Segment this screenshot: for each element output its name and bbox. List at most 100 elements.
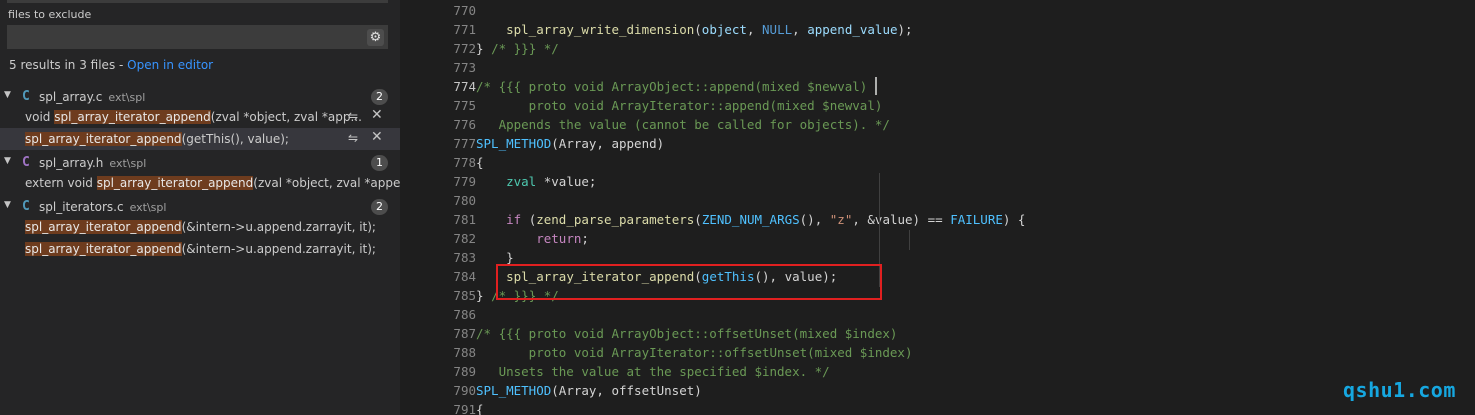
code-token: "z": [829, 212, 853, 227]
chevron-down-icon[interactable]: ▼: [4, 200, 11, 210]
code-token: (: [521, 212, 537, 227]
code-text: Appends the value (cannot be called for …: [476, 115, 890, 134]
code-line: 774/* {{{ proto void ArrayObject::append…: [400, 77, 1475, 96]
match-row[interactable]: spl_array_iterator_append(&intern->u.app…: [0, 238, 400, 260]
code-token: *value;: [536, 174, 597, 189]
code-token: }: [476, 41, 492, 56]
match-suffix: (getThis(), value);: [181, 132, 289, 146]
watermark: qshu1.com: [1343, 378, 1456, 402]
match-row[interactable]: spl_array_iterator_append(&intern->u.app…: [0, 216, 400, 238]
files-to-exclude-label: files to exclude: [8, 8, 92, 21]
code-token: ,: [792, 22, 808, 37]
code-line: 786: [400, 305, 1475, 324]
match-highlight: spl_array_iterator_append: [96, 176, 254, 190]
line-number: 773: [453, 60, 476, 75]
match-text: void spl_array_iterator_append(zval *obj…: [25, 110, 362, 124]
line-number: 782: [453, 231, 476, 246]
include-field-edge: [7, 0, 388, 3]
code-token: }: [476, 250, 514, 265]
code-token: return: [536, 231, 582, 246]
line-number: 774: [453, 79, 476, 94]
code-text: zval *value;: [476, 172, 596, 191]
code-token: if: [506, 212, 522, 227]
match-prefix: extern void: [25, 176, 97, 190]
code-text: proto void ArrayIterator::append(mixed $…: [476, 96, 883, 115]
line-number: 772: [453, 41, 476, 56]
code-line: 777 SPL_METHOD(Array, append): [400, 134, 1475, 153]
code-token: proto void ArrayIterator::append(mixed $…: [476, 98, 883, 113]
match-suffix: (zval *object, zval *app...: [210, 110, 362, 124]
code-token: ,: [746, 22, 763, 37]
code-token: /* {{{ proto void ArrayObject::append(mi…: [476, 79, 868, 94]
line-number: 779: [453, 174, 476, 189]
code-token: /* {{{ proto void ArrayObject::offsetUns…: [476, 326, 898, 341]
dismiss-close-icon[interactable]: ✕: [371, 107, 383, 123]
file-name: spl_iterators.c ext\spl: [39, 200, 166, 214]
chevron-down-icon[interactable]: ▼: [4, 90, 11, 100]
code-token: /* }}} */: [491, 41, 559, 56]
file-name: spl_array.h ext\spl: [39, 156, 146, 170]
file-group-row[interactable]: ▼ Cspl_array.c ext\spl 2: [0, 86, 400, 108]
code-line: 771 spl_array_write_dimension(object, NU…: [400, 20, 1475, 39]
code-line: 778{: [400, 153, 1475, 172]
code-editor[interactable]: 770 771 spl_array_write_dimension(object,…: [400, 0, 1475, 415]
chevron-down-icon[interactable]: ▼: [4, 156, 11, 166]
results-summary: 5 results in 3 files - Open in editor: [9, 58, 213, 72]
code-text: {: [476, 153, 484, 172]
code-token: {: [476, 155, 484, 170]
line-number: 789: [453, 364, 476, 379]
c-file-icon: C: [22, 89, 30, 104]
match-suffix: (zval *object, zval *appen...: [253, 176, 400, 190]
code-text: /* {{{ proto void ArrayObject::offsetUns…: [476, 324, 897, 343]
code-token: ZEND_NUM_ARGS: [701, 212, 800, 227]
match-row[interactable]: extern void spl_array_iterator_append(zv…: [0, 172, 400, 194]
replace-icon[interactable]: ⇋: [348, 131, 358, 145]
replace-icon[interactable]: ⇋: [348, 109, 358, 123]
code-text: spl_array_write_dimension(object, NULL, …: [476, 20, 913, 39]
code-token: ;: [581, 231, 589, 246]
match-prefix: void: [25, 110, 55, 124]
match-text: spl_array_iterator_append(getThis(), val…: [25, 132, 289, 146]
use-exclude-settings-gear-icon[interactable]: ⚙: [367, 29, 384, 46]
file-name-text: spl_array.h: [39, 156, 104, 170]
line-number: 788: [453, 345, 476, 360]
line-number: 777: [453, 136, 476, 151]
code-text: Unsets the value at the specified $index…: [476, 362, 830, 381]
line-number: 786: [453, 307, 476, 322]
code-line: 781 if (zend_parse_parameters(ZEND_NUM_A…: [400, 210, 1475, 229]
code-text: return;: [476, 229, 589, 248]
match-row[interactable]: void spl_array_iterator_append(zval *obj…: [0, 106, 400, 128]
code-line: 790 SPL_METHOD(Array, offsetUnset): [400, 381, 1475, 400]
match-text: spl_array_iterator_append(&intern->u.app…: [25, 242, 376, 256]
code-token: zval: [506, 174, 537, 189]
search-sidebar: files to exclude ⚙ 5 results in 3 files …: [0, 0, 400, 415]
code-text: SPL_METHOD(Array, offsetUnset): [476, 381, 702, 400]
code-token: );: [897, 22, 913, 37]
code-token: object: [701, 22, 747, 37]
match-row[interactable]: spl_array_iterator_append(getThis(), val…: [0, 128, 400, 150]
file-path: ext\spl: [108, 91, 146, 104]
code-token: NULL: [762, 22, 793, 37]
code-line: 780: [400, 191, 1475, 210]
open-in-editor-link[interactable]: Open in editor: [127, 58, 213, 72]
code-line: 788 proto void ArrayIterator::offsetUnse…: [400, 343, 1475, 362]
dismiss-close-icon[interactable]: ✕: [371, 129, 383, 145]
code-text: proto void ArrayIterator::offsetUnset(mi…: [476, 343, 913, 362]
code-token: (Array, offsetUnset): [551, 383, 702, 398]
code-token: {: [476, 402, 484, 415]
code-token: append_value: [807, 22, 898, 37]
file-group-row[interactable]: ▼ Cspl_array.h ext\spl 1: [0, 152, 400, 174]
file-group-row[interactable]: ▼ Cspl_iterators.c ext\spl 2: [0, 196, 400, 218]
code-token: (),: [799, 212, 830, 227]
match-suffix: (&intern->u.append.zarrayit, it);: [181, 242, 376, 256]
match-suffix: (&intern->u.append.zarrayit, it);: [181, 220, 376, 234]
files-to-exclude-input[interactable]: ⚙: [7, 25, 388, 49]
code-token: FAILURE: [950, 212, 1003, 227]
code-token: (: [694, 22, 702, 37]
match-highlight: spl_array_iterator_append: [54, 110, 211, 124]
line-number: 775: [453, 98, 476, 113]
code-token: SPL_METHOD: [476, 383, 552, 398]
